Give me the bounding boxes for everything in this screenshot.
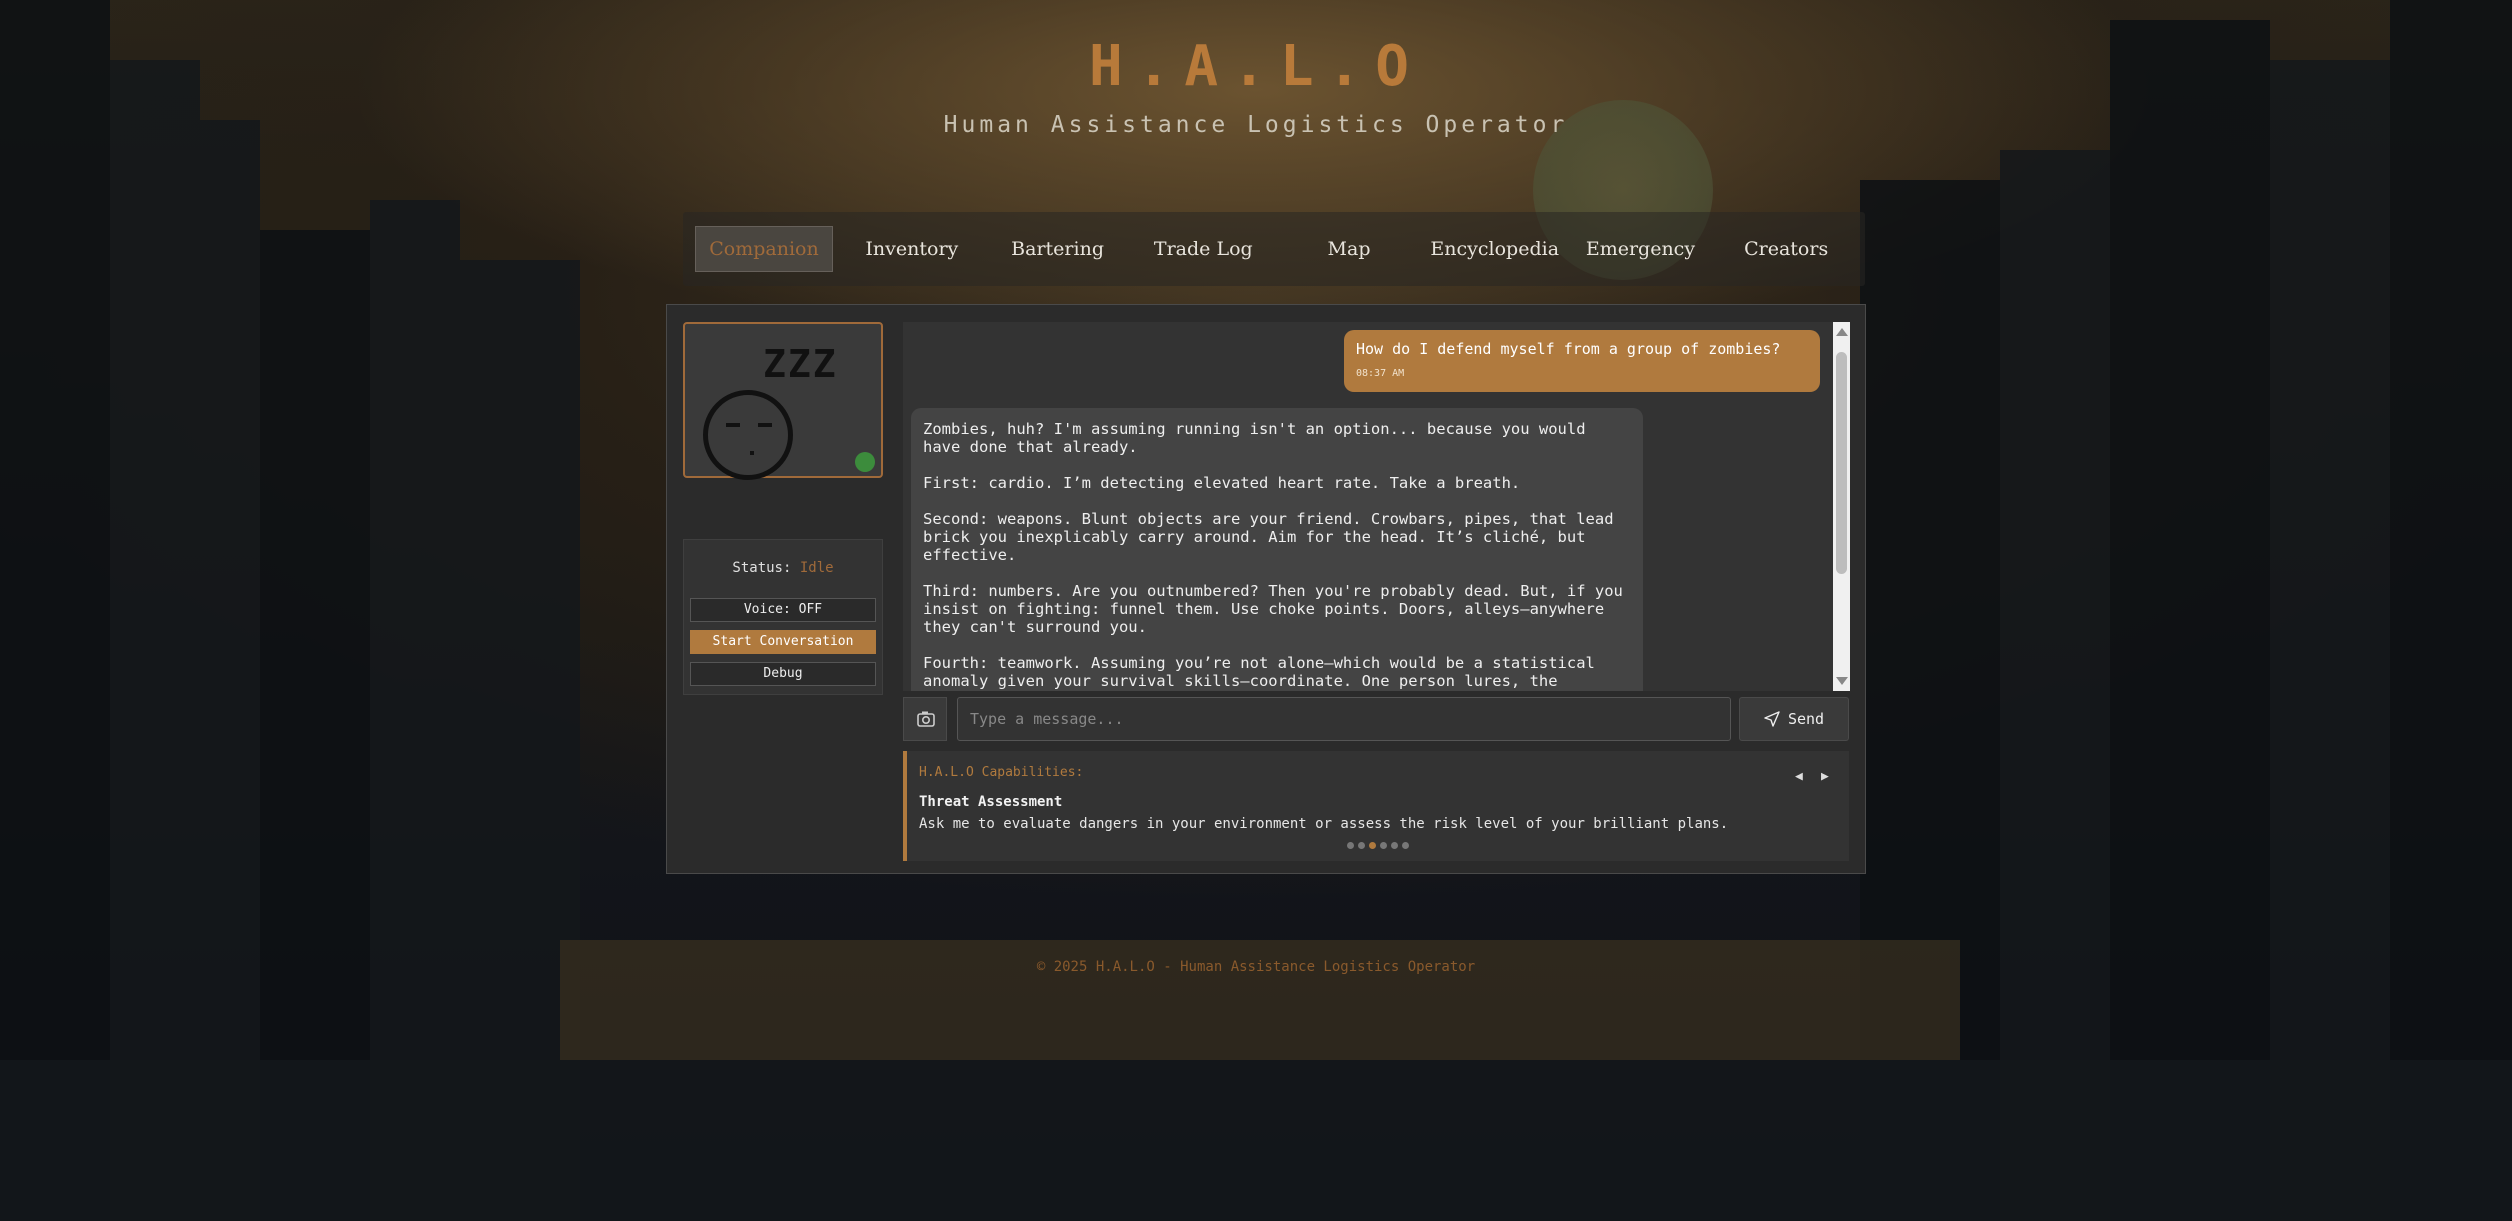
carousel-dot[interactable]: [1391, 842, 1398, 849]
message-input[interactable]: [957, 697, 1731, 741]
scroll-thumb[interactable]: [1836, 352, 1847, 574]
assistant-message: Zombies, huh? I'm assuming running isn't…: [911, 408, 1643, 691]
status-label: Status:: [732, 560, 792, 576]
scroll-down-icon[interactable]: [1836, 677, 1848, 685]
carousel-dot[interactable]: [1358, 842, 1365, 849]
tab-emergency[interactable]: Emergency: [1574, 227, 1708, 271]
capability-description: Ask me to evaluate dangers in your envir…: [919, 816, 1729, 832]
capabilities-heading: H.A.L.O Capabilities:: [919, 765, 1084, 780]
sleeping-face-icon: [703, 390, 793, 480]
scroll-up-icon[interactable]: [1836, 328, 1848, 336]
main-nav: Companion Inventory Bartering Trade Log …: [683, 212, 1865, 286]
footer-text: © 2025 H.A.L.O - Human Assistance Logist…: [1036, 959, 1476, 975]
assistant-paragraph: Third: numbers. Are you outnumbered? The…: [923, 582, 1623, 636]
carousel-dot[interactable]: [1369, 842, 1376, 849]
chat-log[interactable]: How do I defend myself from a group of z…: [903, 322, 1848, 691]
start-conversation-button[interactable]: Start Conversation: [690, 630, 876, 654]
app-subtitle: Human Assistance Logistics Operator: [943, 112, 1569, 138]
camera-icon: [917, 711, 935, 727]
camera-button[interactable]: [903, 697, 947, 741]
tab-encyclopedia[interactable]: Encyclopedia: [1428, 227, 1562, 271]
carousel-prev-icon[interactable]: ◀: [1795, 769, 1803, 784]
user-message-text: How do I defend myself from a group of z…: [1356, 340, 1781, 358]
carousel-next-icon[interactable]: ▶: [1821, 769, 1829, 784]
tab-creators[interactable]: Creators: [1719, 227, 1853, 271]
assistant-paragraph: Fourth: teamwork. Assuming you’re not al…: [923, 654, 1595, 690]
status-line: Status: Idle: [684, 560, 882, 576]
tab-map[interactable]: Map: [1282, 227, 1416, 271]
capability-title: Threat Assessment: [919, 794, 1063, 810]
send-button[interactable]: Send: [1739, 697, 1849, 741]
user-message-time: 08:37 AM: [1356, 368, 1405, 379]
online-status-dot: [855, 452, 875, 472]
app-title: H.A.L.O: [1088, 34, 1423, 99]
carousel-dot[interactable]: [1402, 842, 1409, 849]
tab-companion[interactable]: Companion: [695, 226, 833, 272]
companion-avatar: ZZZ: [683, 322, 883, 480]
capabilities-carousel: H.A.L.O Capabilities: ◀ ▶ Threat Assessm…: [903, 751, 1849, 861]
status-controls: Status: Idle Voice: OFF Start Conversati…: [683, 539, 883, 695]
user-message: How do I defend myself from a group of z…: [1344, 330, 1820, 392]
companion-panel: ZZZ Status: Idle Voice: OFF Start Conver…: [666, 304, 1866, 874]
send-icon: [1764, 711, 1780, 727]
assistant-paragraph: Zombies, huh? I'm assuming running isn't…: [923, 420, 1586, 456]
assistant-paragraph: Second: weapons. Blunt objects are your …: [923, 510, 1614, 564]
sleep-indicator: ZZZ: [763, 342, 838, 386]
send-label: Send: [1787, 710, 1825, 728]
debug-button[interactable]: Debug: [690, 662, 876, 686]
assistant-paragraph: First: cardio. I’m detecting elevated he…: [923, 474, 1521, 492]
carousel-dot[interactable]: [1347, 842, 1354, 849]
chat-scrollbar[interactable]: [1833, 322, 1850, 691]
tab-bartering[interactable]: Bartering: [991, 227, 1125, 271]
status-value: Idle: [799, 560, 834, 576]
tab-inventory[interactable]: Inventory: [845, 227, 979, 271]
carousel-dot[interactable]: [1380, 842, 1387, 849]
tab-trade-log[interactable]: Trade Log: [1136, 227, 1270, 271]
carousel-dots: [1347, 842, 1409, 849]
voice-toggle-button[interactable]: Voice: OFF: [690, 598, 876, 622]
